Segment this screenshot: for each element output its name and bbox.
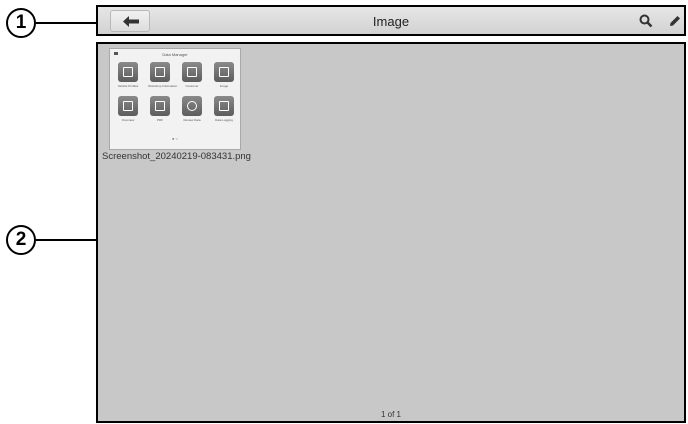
tile-label: Data Logging	[215, 118, 233, 122]
page-title: Image	[372, 14, 410, 29]
edit-icon	[214, 96, 234, 116]
thumbnail-tile: Workshop Information	[148, 62, 178, 88]
thumbnail-title: Data Manager	[162, 52, 188, 57]
thumbnail-pager-dots: ● ○	[172, 136, 178, 141]
top-toolbar: Image	[96, 5, 686, 36]
thumbnail-tile: Review Data	[180, 96, 204, 122]
tile-label: Overview	[121, 118, 135, 122]
tile-label: Review Data	[183, 118, 201, 122]
play-icon	[182, 96, 202, 116]
picture-icon	[214, 62, 234, 82]
pencil-icon[interactable]	[668, 14, 682, 28]
thumbnail-tile: PDF	[148, 96, 172, 122]
thumbnail-tile: Data Logging	[212, 96, 236, 122]
gallery-item[interactable]: Data Manager Vehicle Profiles Workshop I…	[102, 48, 251, 162]
tile-label: PDF	[157, 118, 163, 122]
callout-1-leader	[36, 22, 96, 24]
thumbnail-tile: Overview	[116, 96, 140, 122]
page-indicator: 1 of 1	[380, 410, 401, 419]
image-gallery: Data Manager Vehicle Profiles Workshop I…	[96, 42, 686, 423]
garage-icon	[150, 62, 170, 82]
clipboard-icon	[118, 96, 138, 116]
thumbnail-tile: Vehicle Profiles	[116, 62, 140, 88]
image-filename: Screenshot_20240219-083431.png	[102, 151, 251, 162]
thumbnail-tile: Image	[212, 62, 236, 88]
thumbnail-tile: Customer	[180, 62, 204, 88]
callout-2: 2	[6, 225, 36, 255]
tile-label: Image	[219, 84, 229, 88]
callout-2-leader	[36, 239, 96, 241]
tile-label: Customer	[185, 84, 199, 88]
pdf-icon	[150, 96, 170, 116]
car-icon	[118, 62, 138, 82]
tile-label: Workshop Information	[148, 84, 178, 88]
callout-1: 1	[6, 8, 36, 38]
image-thumbnail[interactable]: Data Manager Vehicle Profiles Workshop I…	[109, 48, 241, 150]
people-icon	[182, 62, 202, 82]
tile-label: Vehicle Profiles	[117, 84, 139, 88]
search-icon[interactable]	[639, 14, 653, 28]
